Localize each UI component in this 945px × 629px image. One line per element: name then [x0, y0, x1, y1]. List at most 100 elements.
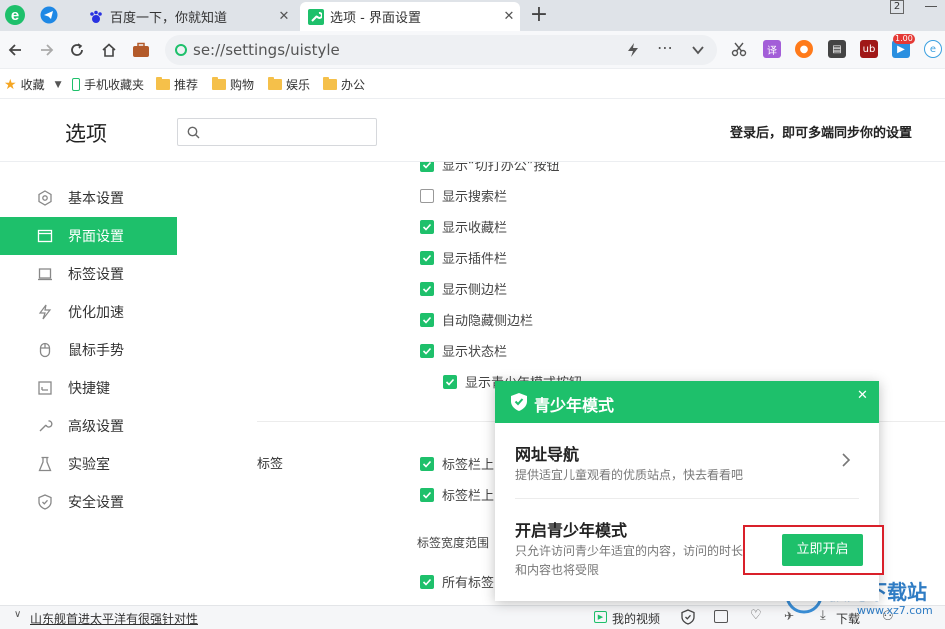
checkbox-tab-option-1[interactable]: 标签栏上: [420, 454, 494, 473]
checkbox-checked[interactable]: [420, 219, 434, 234]
sidebar-item-lab[interactable]: 实验室: [0, 445, 177, 483]
sidebar-item-speed[interactable]: 优化加速: [0, 293, 177, 331]
checkbox-checked[interactable]: [420, 162, 434, 172]
sync-login-link[interactable]: 登录后，即可多端同步你的设置: [730, 122, 912, 141]
video-icon[interactable]: ▶: [594, 611, 607, 623]
close-icon[interactable]: ✕: [273, 9, 295, 24]
url-text[interactable]: se://settings/uistyle: [193, 41, 340, 59]
favorites-menu[interactable]: ★ 收藏 ▼: [4, 76, 62, 93]
bookmarks-bar: ★ 收藏 ▼ 手机收藏夹 推荐 购物 娱乐 办公: [0, 69, 945, 99]
address-bar[interactable]: se://settings/uistyle ⋯: [165, 35, 717, 65]
mode-desc-line1: 只允许访问青少年适宜的内容，访问的时长: [515, 544, 744, 558]
bookmark-folder[interactable]: 购物: [212, 76, 254, 93]
folder-icon: [323, 77, 337, 90]
ublock-icon[interactable]: ub: [860, 40, 878, 58]
chevron-down-icon[interactable]: ∨: [14, 609, 21, 620]
mode-desc-line2: 和内容也将受限: [515, 563, 600, 577]
checkbox-unchecked[interactable]: [420, 188, 434, 203]
enable-youth-mode-button[interactable]: 立即开启: [782, 534, 863, 566]
checkbox-checked[interactable]: [420, 250, 434, 265]
checkbox-autohide-sidebar[interactable]: 自动隐藏侧边栏: [420, 310, 533, 329]
minimize-icon[interactable]: [925, 6, 937, 7]
youth-shield-icon: [510, 392, 528, 412]
browser-logo-icon[interactable]: e: [4, 4, 26, 26]
checkbox-label: 所有标签: [442, 576, 495, 591]
tab-counter[interactable]: 2: [890, 0, 904, 14]
checkbox-checked[interactable]: [420, 456, 434, 471]
sidebar-item-basic[interactable]: 基本设置: [0, 179, 177, 217]
lightning-icon[interactable]: [625, 42, 641, 58]
checkbox-search-bar[interactable]: 显示搜索栏: [420, 186, 507, 205]
sidebar-item-shortcut[interactable]: 快捷键: [0, 369, 177, 407]
forward-icon[interactable]: [36, 39, 58, 61]
tab-settings[interactable]: 选项 - 界面设置 ✕: [300, 2, 520, 31]
popup-nav-row[interactable]: 网址导航 提供适宜儿童观看的优质站点，快去看看吧: [495, 423, 879, 498]
chevron-down-icon[interactable]: [691, 43, 705, 57]
sidebar-item-advanced[interactable]: 高级设置: [0, 407, 177, 445]
checkbox-checked[interactable]: [420, 281, 434, 296]
tab-title: 选项 - 界面设置: [330, 11, 421, 26]
sidebar-item-label: 鼠标手势: [68, 343, 124, 359]
heart-pulse-icon[interactable]: ♡: [750, 608, 762, 623]
checkbox-sidebar[interactable]: 显示侧边栏: [420, 279, 507, 298]
checkbox-all-tabs[interactable]: 所有标签: [420, 572, 494, 591]
bookmark-folder[interactable]: 推荐: [156, 76, 198, 93]
checkbox-checked[interactable]: [443, 374, 457, 389]
news-ticker-link[interactable]: 山东舰首进太平洋有很强针对性: [30, 610, 198, 627]
baidu-paw-icon: [88, 9, 104, 25]
home-icon[interactable]: [98, 39, 120, 61]
browser-menu-icon[interactable]: e: [924, 40, 942, 58]
bookmark-label: 手机收藏夹: [84, 78, 145, 92]
shield-icon: [36, 493, 54, 511]
checkbox-checked[interactable]: [420, 343, 434, 358]
paper-plane-icon[interactable]: [40, 6, 58, 24]
flask-icon: [36, 455, 54, 473]
translate-icon[interactable]: 译: [763, 40, 781, 58]
checkbox-checked[interactable]: [420, 574, 434, 589]
folder-icon: [156, 77, 170, 90]
checkbox-favorites-bar[interactable]: 显示收藏栏: [420, 217, 507, 236]
tab-baidu[interactable]: 百度一下，你就知道 ✕: [80, 2, 295, 31]
more-icon[interactable]: ⋯: [657, 38, 673, 57]
reader-icon[interactable]: ▤: [828, 40, 846, 58]
favorites-label: 收藏: [20, 78, 45, 92]
close-icon[interactable]: ✕: [857, 388, 868, 403]
game-icon[interactable]: ●: [795, 40, 813, 58]
scissors-icon[interactable]: [730, 40, 748, 58]
bookmark-mobile[interactable]: 手机收藏夹: [72, 76, 144, 93]
chevron-right-icon[interactable]: [841, 453, 851, 467]
bookmark-folder[interactable]: 办公: [323, 76, 365, 93]
page-title: 选项: [65, 122, 107, 146]
settings-header: 选项 登录后，即可多端同步你的设置: [0, 100, 945, 162]
search-input[interactable]: [206, 121, 371, 143]
my-video-link[interactable]: 我的视频: [612, 610, 660, 627]
bookmark-label: 购物: [230, 78, 255, 92]
sidebar-item-mouse[interactable]: 鼠标手势: [0, 331, 177, 369]
section-label-tabs: 标签: [257, 457, 284, 472]
new-tab-button[interactable]: +: [528, 2, 550, 28]
image-icon[interactable]: [714, 610, 728, 623]
back-icon[interactable]: [4, 39, 26, 61]
checkbox-tab-option-2[interactable]: 标签栏上: [420, 485, 494, 504]
checkbox-status-bar[interactable]: 显示状态栏: [420, 341, 507, 360]
sidebar-item-ui[interactable]: 界面设置: [0, 217, 177, 255]
popup-header: 青少年模式 ✕: [495, 381, 879, 423]
checkbox-label: 显示侧边栏: [442, 283, 508, 298]
checkbox-office-button[interactable]: 显示“切打办公”按钮: [420, 162, 559, 174]
reload-icon[interactable]: [66, 39, 88, 61]
search-icon: [187, 126, 200, 139]
bookmark-folder[interactable]: 娱乐: [268, 76, 310, 93]
navigation-bar: se://settings/uistyle ⋯ 译 ● ▤ ub ▶ 1.00 …: [0, 31, 945, 69]
sidebar-item-security[interactable]: 安全设置: [0, 483, 177, 521]
briefcase-icon[interactable]: [130, 39, 152, 61]
sidebar-item-label: 优化加速: [68, 305, 124, 321]
checkbox-checked[interactable]: [420, 312, 434, 327]
sidebar-item-tabs[interactable]: 标签设置: [0, 255, 177, 293]
youth-shield-icon[interactable]: [680, 609, 696, 625]
tab-strip: e 百度一下，你就知道 ✕ 选项 - 界面设置 ✕ + 2: [0, 0, 945, 31]
search-field[interactable]: [177, 118, 377, 146]
checkbox-plugin-bar[interactable]: 显示插件栏: [420, 248, 507, 267]
close-icon[interactable]: ✕: [498, 9, 520, 24]
checkbox-label: 自动隐藏侧边栏: [442, 314, 534, 329]
checkbox-checked[interactable]: [420, 487, 434, 502]
